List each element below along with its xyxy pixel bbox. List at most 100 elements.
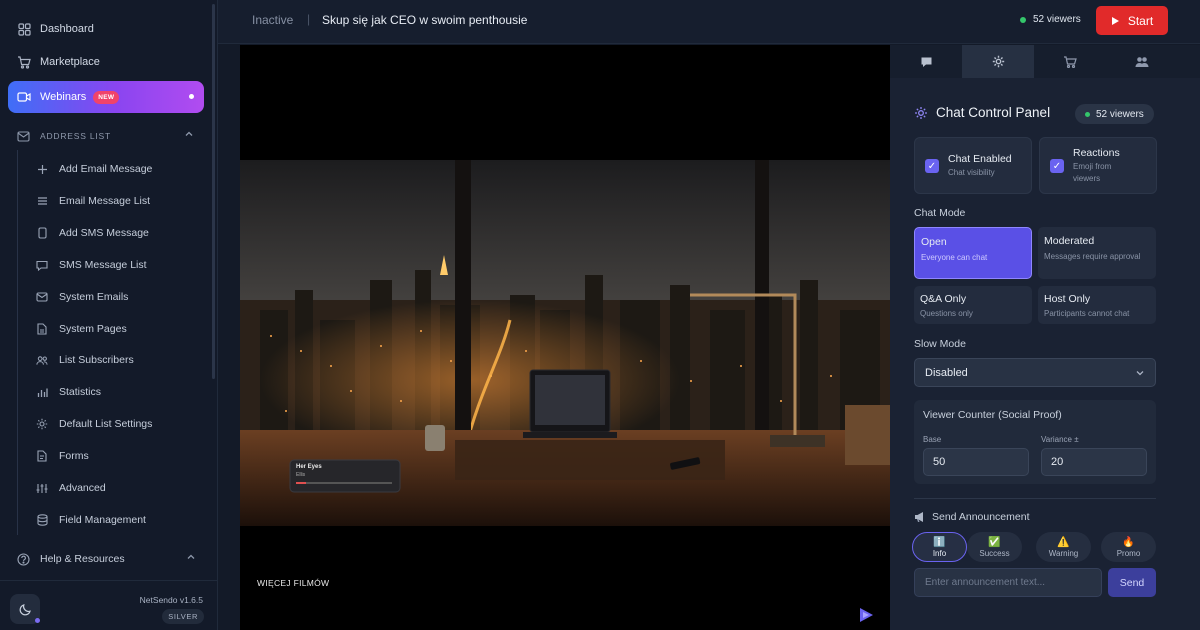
mode-description: Participants cannot chat [1044, 309, 1130, 318]
page-icon [36, 323, 48, 335]
sidebar-item-label: Default List Settings [59, 418, 153, 430]
help-icon [17, 552, 30, 566]
announcement-type-info[interactable]: ℹ️ Info [912, 532, 967, 562]
sidebar-item-default-list-settings[interactable]: Default List Settings [28, 410, 204, 438]
announcement-type-label: Success [979, 548, 1010, 558]
sidebar-item-sms-message-list[interactable]: SMS Message List [28, 251, 204, 279]
sidebar-item-forms[interactable]: Forms [28, 442, 204, 470]
grid-icon [17, 22, 31, 36]
viewers-badge-label: 52 viewers [1096, 108, 1144, 120]
video-player[interactable]: Her Eyes Ellis WIĘCEJ FILMÓW [240, 45, 890, 630]
tier-badge: SILVER [162, 609, 204, 624]
sidebar-divider [0, 580, 217, 581]
sidebar-item-label: Add SMS Message [59, 227, 149, 239]
active-indicator [189, 94, 194, 99]
send-label: Send [1119, 576, 1145, 589]
play-icon [1111, 16, 1120, 26]
chevron-down-icon [1135, 368, 1145, 381]
webinar-status: Inactive [252, 13, 294, 27]
reactions-toggle[interactable]: ✓ Reactions Emoji from viewers [1039, 137, 1157, 194]
sidebar-item-statistics[interactable]: Statistics [28, 378, 204, 406]
panel-tabs [890, 45, 1200, 78]
variance-input[interactable]: 20 [1041, 448, 1147, 476]
viewer-counter-title: Viewer Counter (Social Proof) [923, 409, 1062, 421]
tab-participants[interactable] [1106, 45, 1178, 78]
sidebar-item-label: Webinars [40, 91, 87, 103]
tab-settings[interactable] [962, 45, 1034, 78]
sidebar-item-system-pages[interactable]: System Pages [28, 315, 204, 343]
title-separator: | [307, 12, 311, 26]
sidebar-item-field-management[interactable]: Field Management [28, 506, 204, 534]
viewer-count: 52 viewers [1020, 14, 1081, 25]
slow-mode-value: Disabled [925, 366, 968, 379]
checkbox-checked-icon[interactable]: ✓ [1050, 159, 1064, 173]
mode-title: Open [921, 236, 947, 248]
slow-mode-label: Slow Mode [914, 338, 966, 350]
mode-host-only[interactable]: Host Only Participants cannot chat [1038, 286, 1156, 324]
announcement-type-success[interactable]: ✅ Success [967, 532, 1022, 562]
slow-mode-select[interactable]: Disabled [914, 358, 1156, 387]
tab-chat[interactable] [890, 45, 962, 78]
sidebar-item-add-email-message[interactable]: Add Email Message [28, 155, 204, 183]
section-address-list[interactable]: ADDRESS LIST [8, 123, 204, 149]
app-version: NetSendo v1.6.5 [139, 595, 203, 605]
sliders-icon [36, 482, 48, 494]
warning-icon: ⚠️ [1057, 536, 1070, 548]
sidebar-item-label: Email Message List [59, 195, 151, 207]
status-dot [35, 618, 40, 623]
app-root: Dashboard Marketplace Webinars NEW ADDRE… [0, 0, 1200, 630]
announcement-heading: Send Announcement [914, 511, 1030, 523]
chat-bubble-icon [920, 56, 933, 68]
mode-qa-only[interactable]: Q&A Only Questions only [914, 286, 1032, 324]
panel-title: Chat Control Panel [936, 105, 1051, 120]
toggle-sublabel: Emoji from viewers [1073, 162, 1112, 183]
toggle-label: Reactions [1073, 147, 1120, 159]
start-label: Start [1127, 13, 1154, 28]
check-icon: ✅ [988, 536, 1001, 548]
send-button[interactable]: Send [1108, 568, 1156, 597]
plus-icon [36, 163, 48, 175]
sidebar-item-dashboard[interactable]: Dashboard [8, 13, 204, 45]
announcement-input[interactable]: Enter announcement text... [914, 568, 1102, 597]
mode-moderated[interactable]: Moderated Messages require approval [1038, 227, 1156, 279]
base-input[interactable]: 50 [923, 448, 1029, 476]
form-icon [36, 450, 48, 462]
sidebar-item-email-message-list[interactable]: Email Message List [28, 187, 204, 215]
tab-products[interactable] [1034, 45, 1106, 78]
sidebar-item-label: Dashboard [40, 23, 94, 35]
variance-value: 20 [1051, 456, 1064, 468]
mode-description: Questions only [920, 309, 973, 318]
announcement-type-promo[interactable]: 🔥 Promo [1101, 532, 1156, 562]
start-button[interactable]: Start [1096, 6, 1168, 35]
announcement-title: Send Announcement [932, 511, 1030, 523]
sidebar-item-list-subscribers[interactable]: List Subscribers [28, 346, 204, 374]
gear-icon [914, 106, 928, 120]
mode-open[interactable]: Open Everyone can chat [914, 227, 1032, 279]
chart-icon [36, 386, 48, 398]
chevron-up-icon [184, 129, 194, 141]
sidebar-item-advanced[interactable]: Advanced [28, 474, 204, 502]
sidebar-item-help-resources[interactable]: Help & Resources [8, 546, 204, 572]
sidebar-item-label: SMS Message List [59, 259, 147, 271]
topbar: Inactive | Skup się jak CEO w swoim pent… [218, 0, 1200, 44]
sidebar-item-label: Statistics [59, 386, 102, 398]
sidebar-scrollbar[interactable] [212, 4, 215, 379]
toggle-label: Chat Enabled [948, 153, 1012, 165]
more-videos-link[interactable]: WIĘCEJ FILMÓW [257, 578, 329, 588]
panel-divider [914, 498, 1156, 499]
base-value: 50 [933, 456, 946, 468]
mail-icon [17, 130, 31, 142]
checkbox-checked-icon[interactable]: ✓ [925, 159, 939, 173]
info-icon: ℹ️ [933, 536, 946, 548]
announcement-type-warning[interactable]: ⚠️ Warning [1036, 532, 1091, 562]
sidebar-item-system-emails[interactable]: System Emails [28, 283, 204, 311]
mode-title: Q&A Only [920, 293, 967, 305]
sidebar-item-marketplace[interactable]: Marketplace [8, 46, 204, 78]
sidebar-item-webinars[interactable]: Webinars NEW [8, 81, 204, 113]
cart-icon [1063, 55, 1077, 68]
sidebar-item-label: Advanced [59, 482, 106, 494]
sidebar-item-add-sms-message[interactable]: Add SMS Message [28, 219, 204, 247]
panel-heading: Chat Control Panel [914, 105, 1050, 120]
chat-enabled-toggle[interactable]: ✓ Chat Enabled Chat visibility [914, 137, 1032, 194]
viewer-counter-section: Viewer Counter (Social Proof) Base Varia… [914, 400, 1156, 484]
